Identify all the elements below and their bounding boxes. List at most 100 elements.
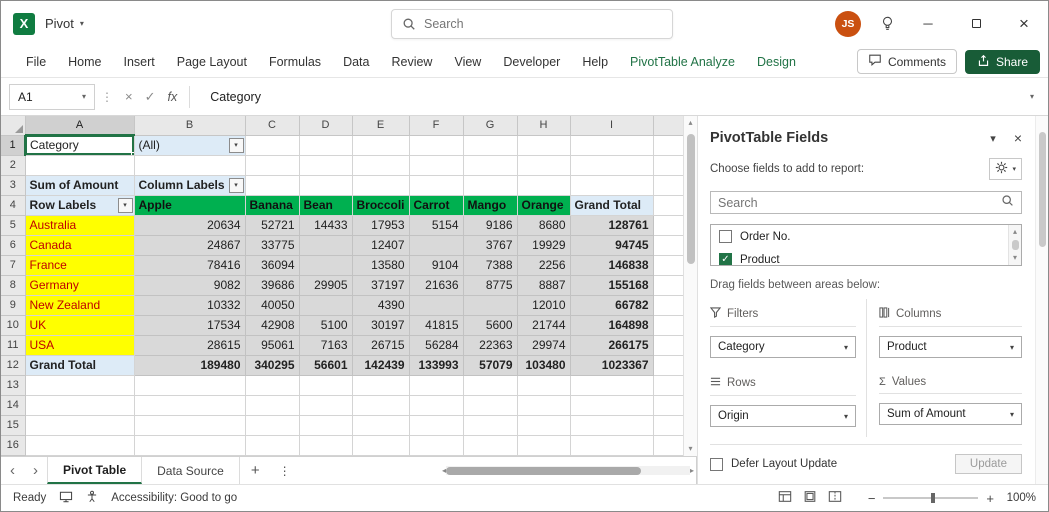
update-button[interactable]: Update [955, 454, 1022, 474]
cell-c11[interactable]: 95061 [245, 335, 299, 355]
cell-h5[interactable]: 8680 [517, 215, 570, 235]
cell-g14[interactable] [463, 395, 517, 415]
values-area[interactable]: Σ Values Sum of Amount ▾ [866, 368, 1022, 437]
cell-c13[interactable] [245, 375, 299, 395]
cell-i2[interactable] [570, 155, 653, 175]
page-layout-view-icon[interactable] [803, 490, 817, 506]
fields-search-input[interactable] [718, 196, 995, 210]
cell-b7[interactable]: 78416 [134, 255, 245, 275]
cell-b5[interactable]: 20634 [134, 215, 245, 235]
column-header-e[interactable]: E [352, 116, 409, 135]
cell-e5[interactable]: 17953 [352, 215, 409, 235]
cell-f11[interactable]: 56284 [409, 335, 463, 355]
select-all-button[interactable] [1, 116, 25, 135]
column-header-a[interactable]: A [25, 116, 134, 135]
cell-e14[interactable] [352, 395, 409, 415]
cell-c8[interactable]: 39686 [245, 275, 299, 295]
cell-b10[interactable]: 17534 [134, 315, 245, 335]
cell-i9[interactable]: 66782 [570, 295, 653, 315]
checkbox-unchecked-icon[interactable] [719, 230, 732, 243]
cell-e15[interactable] [352, 415, 409, 435]
ribbon-tab-review[interactable]: Review [380, 46, 443, 77]
cell-d13[interactable] [299, 375, 352, 395]
cell-f14[interactable] [409, 395, 463, 415]
cell-g2[interactable] [463, 155, 517, 175]
cell-c6[interactable]: 33775 [245, 235, 299, 255]
cell-d5[interactable]: 14433 [299, 215, 352, 235]
cell-a12[interactable]: Grand Total [25, 355, 134, 375]
zoom-out-button[interactable]: − [868, 491, 876, 506]
scroll-up-icon[interactable]: ▴ [1013, 225, 1017, 239]
cell-i6[interactable]: 94745 [570, 235, 653, 255]
cell-i4[interactable]: Grand Total [570, 195, 653, 215]
zoom-slider[interactable] [883, 497, 978, 499]
cell-d2[interactable] [299, 155, 352, 175]
cell-f16[interactable] [409, 435, 463, 455]
ribbon-tab-data[interactable]: Data [332, 46, 380, 77]
ribbon-tab-insert[interactable]: Insert [113, 46, 166, 77]
column-header-c[interactable]: C [245, 116, 299, 135]
accessibility-icon[interactable] [86, 490, 98, 506]
cell-d4[interactable]: Bean [299, 195, 352, 215]
cell-c14[interactable] [245, 395, 299, 415]
cell-d9[interactable] [299, 295, 352, 315]
column-labels-dropdown[interactable]: ▾ [229, 178, 244, 193]
cell-f8[interactable]: 21636 [409, 275, 463, 295]
cell-i7[interactable]: 146838 [570, 255, 653, 275]
cell-i13[interactable] [570, 375, 653, 395]
cell-d16[interactable] [299, 435, 352, 455]
zoom-in-button[interactable]: + [986, 491, 994, 506]
close-button[interactable]: × [1010, 14, 1038, 34]
cell-h2[interactable] [517, 155, 570, 175]
cell-g15[interactable] [463, 415, 517, 435]
ribbon-tab-pivottable-analyze[interactable]: PivotTable Analyze [619, 46, 746, 77]
minimize-button[interactable]: ─ [914, 16, 942, 31]
vertical-scrollbar-track[interactable] [684, 130, 697, 442]
field-item-product[interactable]: ✓ Product [711, 248, 1007, 266]
sheet-options-icon[interactable]: ⋮ [271, 464, 299, 478]
row-header-7[interactable]: 7 [1, 255, 25, 275]
normal-view-icon[interactable] [778, 490, 792, 506]
cell-c1[interactable] [245, 135, 299, 155]
excel-logo-icon[interactable]: X [13, 13, 35, 35]
columns-field-chip[interactable]: Product ▾ [879, 336, 1022, 358]
cell-e8[interactable]: 37197 [352, 275, 409, 295]
cell-e2[interactable] [352, 155, 409, 175]
cell-f4[interactable]: Carrot [409, 195, 463, 215]
sheet-tab-pivot-table[interactable]: Pivot Table [47, 457, 142, 484]
vertical-scrollbar-thumb[interactable] [687, 134, 695, 264]
chevron-down-icon[interactable]: ▾ [844, 343, 848, 352]
cell-h3[interactable] [517, 175, 570, 195]
cell-d1[interactable] [299, 135, 352, 155]
cell-b16[interactable] [134, 435, 245, 455]
cell-c15[interactable] [245, 415, 299, 435]
row-header-3[interactable]: 3 [1, 175, 25, 195]
fields-search-box[interactable] [710, 191, 1022, 214]
cell-b1[interactable]: (All)▾ [134, 135, 245, 155]
cell-b12[interactable]: 189480 [134, 355, 245, 375]
cell-g5[interactable]: 9186 [463, 215, 517, 235]
cell-h12[interactable]: 103480 [517, 355, 570, 375]
new-sheet-button[interactable]: + [240, 462, 271, 479]
row-header-1[interactable]: 1 [1, 135, 25, 155]
cell-e6[interactable]: 12407 [352, 235, 409, 255]
cell-b3[interactable]: Column Labels▾ [134, 175, 245, 195]
filters-area[interactable]: Filters Category ▾ [710, 299, 866, 368]
row-header-2[interactable]: 2 [1, 155, 25, 175]
rows-area[interactable]: Rows Origin ▾ [710, 368, 866, 437]
lightbulb-icon[interactable] [881, 16, 894, 32]
cell-e7[interactable]: 13580 [352, 255, 409, 275]
formula-bar-expand-icon[interactable]: ▾ [1024, 92, 1040, 101]
row-header-12[interactable]: 12 [1, 355, 25, 375]
cell-f6[interactable] [409, 235, 463, 255]
cell-e16[interactable] [352, 435, 409, 455]
column-header-h[interactable]: H [517, 116, 570, 135]
scroll-down-icon[interactable]: ▾ [1013, 251, 1017, 265]
cell-f3[interactable] [409, 175, 463, 195]
formula-bar-splitter[interactable]: ⋮ [101, 90, 113, 104]
cell-a8[interactable]: Germany [25, 275, 134, 295]
cell-g6[interactable]: 3767 [463, 235, 517, 255]
scroll-down-icon[interactable]: ▾ [688, 442, 692, 456]
row-header-5[interactable]: 5 [1, 215, 25, 235]
formula-input[interactable]: Category [196, 84, 1024, 110]
